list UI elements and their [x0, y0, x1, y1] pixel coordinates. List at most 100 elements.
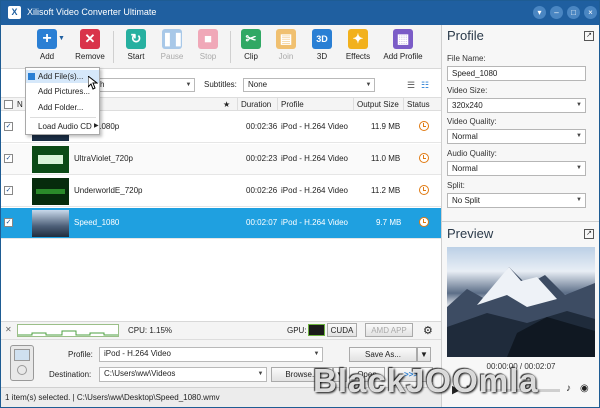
title-bar: X Xilisoft Video Converter Ultimate ▾ – …	[1, 1, 599, 25]
3d-icon: 3D	[312, 29, 332, 49]
minimize-icon[interactable]: –	[550, 6, 563, 19]
row-profile: iPod - H.264 Video	[281, 186, 349, 195]
add-file-icon	[28, 73, 35, 80]
expand-icon[interactable]: ↗	[584, 229, 594, 239]
add-profile-button[interactable]: ▦ Add Profile	[381, 29, 425, 61]
row-duration: 00:02:26	[246, 186, 278, 195]
save-as-dropdown-icon[interactable]: ▼	[417, 347, 431, 362]
panel-divider	[442, 221, 599, 222]
table-row[interactable]: ✓ UltraViolet_720p 00:02:23 iPod - H.264…	[1, 144, 441, 175]
select-all-checkbox[interactable]	[4, 100, 13, 109]
profile-select[interactable]: iPod - H.264 Video ▼	[99, 347, 323, 362]
menu-icon[interactable]: ▾	[533, 6, 546, 19]
row-size: 11.9 MB	[371, 122, 401, 131]
expand-icon[interactable]: ↗	[584, 31, 594, 41]
table-row-selected[interactable]: ✓ Speed_1080 00:02:07 iPod - H.264 Video…	[1, 208, 441, 239]
column-divider	[403, 98, 404, 111]
video-size-select[interactable]: 320x240 ▼	[447, 98, 586, 113]
chevron-down-icon: ▼	[257, 371, 264, 377]
thumbnail-logo	[36, 189, 65, 194]
menu-separator	[30, 117, 96, 118]
file-name-label: File Name:	[447, 54, 486, 63]
row-duration: 00:02:36	[246, 122, 278, 131]
video-size-label: Video Size:	[447, 86, 488, 95]
menu-item-load-audio-cd[interactable]: Load Audio CD ▶	[26, 120, 99, 133]
profile-panel: Profile ↗ File Name: Speed_1080 Video Si…	[441, 25, 599, 407]
cpu-status-row: ✕ CPU: 1.15% GPU: CUDA AMD APP ⚙	[1, 321, 441, 339]
file-name-input[interactable]: Speed_1080	[447, 66, 586, 81]
column-profile[interactable]: Profile	[281, 99, 304, 111]
subtitles-label: Subtitles:	[204, 80, 237, 89]
row-profile: iPod - H.264 Video	[281, 218, 349, 227]
effects-button[interactable]: ✦ Effects	[338, 29, 378, 61]
gear-icon[interactable]: ⚙	[423, 324, 433, 337]
row-size: 11.0 MB	[371, 154, 401, 163]
column-status[interactable]: Status	[407, 99, 430, 111]
audio-quality-select[interactable]: Normal ▼	[447, 161, 586, 176]
row-name: UltraViolet_720p	[74, 154, 134, 163]
nvidia-icon	[308, 324, 325, 336]
clip-button[interactable]: ✂ Clip	[231, 29, 271, 61]
list-view-icon[interactable]: ☰	[407, 80, 415, 91]
add-button[interactable]: + ▼ Add	[27, 29, 67, 61]
scissors-icon: ✂	[241, 29, 261, 49]
ipod-wheel	[17, 365, 27, 375]
cuda-button[interactable]: CUDA	[327, 323, 357, 337]
filter-search-combo[interactable]: ch ▼	[91, 78, 195, 92]
chevron-down-icon: ▼	[365, 82, 372, 88]
chevron-down-icon: ▼	[313, 351, 320, 357]
video-quality-label: Video Quality:	[447, 117, 497, 126]
detail-view-icon[interactable]: ☷	[421, 80, 429, 91]
column-output-size[interactable]: Output Size	[357, 99, 399, 111]
table-row[interactable]: ✓ UnderworldE_720p 00:02:26 iPod - H.264…	[1, 176, 441, 207]
row-checkbox[interactable]: ✓	[4, 154, 13, 163]
row-checkbox[interactable]: ✓	[4, 218, 13, 227]
split-label: Split:	[447, 181, 465, 190]
column-name[interactable]: N	[17, 99, 23, 111]
menu-item-add-folder[interactable]: Add Folder...	[26, 101, 99, 114]
close-log-icon[interactable]: ✕	[5, 325, 12, 334]
stop-button[interactable]: ■ Stop	[188, 29, 228, 61]
add-dropdown-icon[interactable]: ▼	[58, 35, 65, 42]
maximize-icon[interactable]: □	[567, 6, 580, 19]
gpu-label: GPU:	[287, 326, 307, 335]
video-quality-select[interactable]: Normal ▼	[447, 129, 586, 144]
amd-app-button[interactable]: AMD APP	[365, 323, 413, 337]
cpu-graph	[17, 324, 119, 337]
star-icon[interactable]: ★	[223, 99, 230, 111]
save-as-button[interactable]: Save As...	[349, 347, 417, 362]
video-preview	[447, 247, 595, 357]
split-select[interactable]: No Split ▼	[447, 193, 586, 208]
3d-button[interactable]: 3D 3D	[302, 29, 342, 61]
row-profile: iPod - H.264 Video	[281, 154, 349, 163]
audio-quality-label: Audio Quality:	[447, 149, 497, 158]
video-thumbnail	[32, 146, 69, 173]
chevron-down-icon: ▼	[576, 133, 582, 139]
destination-label: Destination:	[49, 370, 92, 379]
toolbar: + ▼ Add ✕ Remove ↻ Start ❚❚ Pause ■ Stop…	[1, 25, 441, 69]
row-checkbox[interactable]: ✓	[4, 186, 13, 195]
subtitles-select[interactable]: None ▼	[243, 78, 375, 92]
close-icon[interactable]: ×	[584, 6, 597, 19]
join-button[interactable]: ▤ Join	[266, 29, 306, 61]
ipod-screen	[14, 349, 30, 361]
pause-icon: ❚❚	[162, 29, 184, 49]
preview-title: Preview	[447, 226, 494, 241]
profile-panel-title: Profile	[447, 28, 484, 43]
toolbar-divider	[113, 31, 114, 63]
column-duration[interactable]: Duration	[241, 99, 271, 111]
column-divider	[277, 98, 278, 111]
pause-button[interactable]: ❚❚ Pause	[152, 29, 192, 61]
window-title: Xilisoft Video Converter Ultimate	[27, 7, 157, 17]
start-button[interactable]: ↻ Start	[116, 29, 156, 61]
row-checkbox[interactable]: ✓	[4, 122, 13, 131]
add-profile-icon: ▦	[393, 29, 413, 49]
app-logo-icon: X	[8, 6, 21, 19]
row-name: UnderworldE_720p	[74, 186, 143, 195]
column-divider	[353, 98, 354, 111]
clock-icon	[419, 153, 429, 163]
join-icon: ▤	[276, 29, 296, 49]
destination-input[interactable]: C:\Users\ww\Videos ▼	[99, 367, 267, 382]
row-duration: 00:02:23	[246, 154, 278, 163]
remove-button[interactable]: ✕ Remove	[70, 29, 110, 61]
